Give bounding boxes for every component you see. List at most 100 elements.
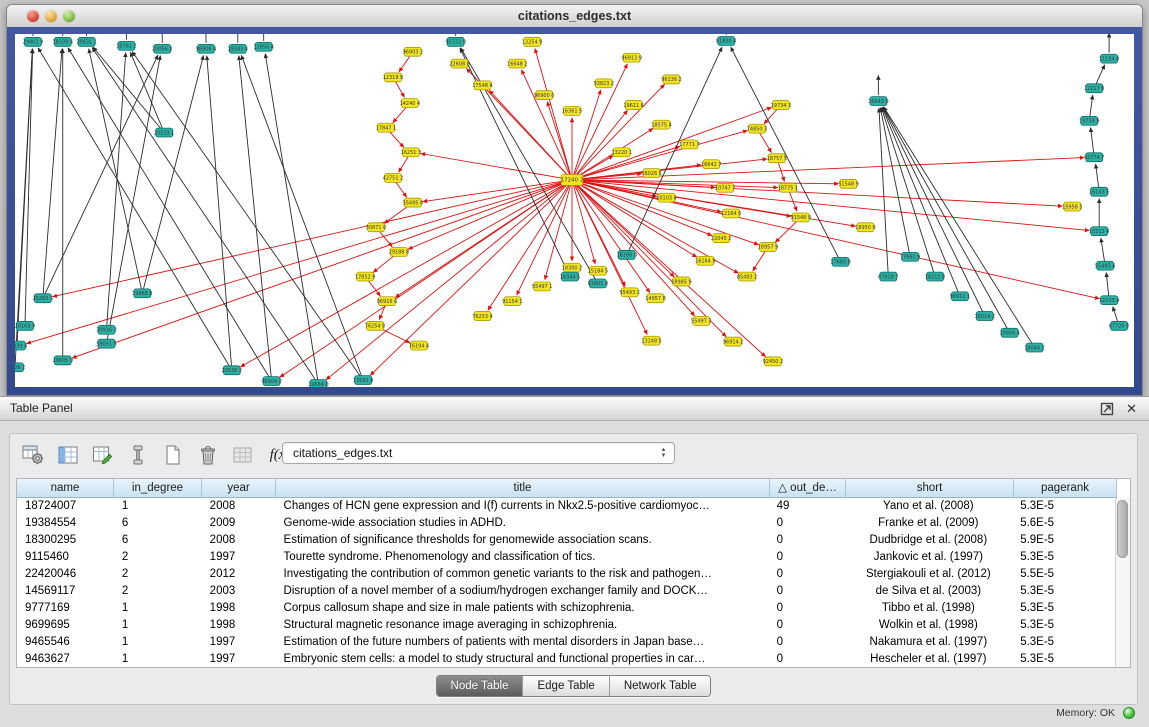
graph-node[interactable]: 10956 4 <box>999 328 1020 337</box>
graph-node[interactable]: 53823 2 <box>594 79 615 88</box>
graph-node[interactable]: 96913 9 <box>621 53 642 62</box>
graph-node[interactable]: 76254 0 <box>365 321 386 330</box>
column-header[interactable]: year <box>202 479 276 498</box>
graph-node[interactable]: 17852 9 <box>355 272 376 281</box>
graph-node[interactable]: 16361 5 <box>562 106 583 115</box>
graph-node[interactable]: 15184 5 <box>588 266 609 275</box>
graph-node[interactable]: 12850 4 <box>253 42 274 51</box>
graph-node[interactable]: 55493 2 <box>619 288 640 297</box>
graph-node[interactable]: 96906 2 <box>15 363 25 372</box>
graph-node[interactable]: 12217 9 <box>1084 84 1105 93</box>
scrollbar-thumb[interactable] <box>1117 500 1128 558</box>
graph-node[interactable]: 61801 8 <box>588 279 609 288</box>
graph-node[interactable]: 18985 9 <box>671 277 692 286</box>
graph-node[interactable]: 17691 9 <box>900 252 921 261</box>
graph-node[interactable]: 92450 2 <box>763 357 784 366</box>
graph-node[interactable]: 19611 6 <box>623 101 644 110</box>
table-row[interactable]: 1938455462009Genome-wide association stu… <box>17 515 1115 532</box>
graph-node[interactable]: 17847 1 <box>376 123 397 132</box>
new-table-button[interactable] <box>160 442 186 468</box>
graph-node[interactable]: 96906 4 <box>196 44 217 53</box>
column-header[interactable]: title <box>276 479 770 498</box>
graph-node[interactable]: 55493 4 <box>1095 261 1116 270</box>
graph-node[interactable]: 18757 5 <box>767 154 788 163</box>
graph-node[interactable]: 29188 8 <box>389 247 410 256</box>
column-header[interactable]: △ out_de… <box>770 479 846 498</box>
table-select-dropdown[interactable]: citations_edges.txt ▲▼ <box>282 442 675 464</box>
graph-node[interactable]: 15958 3 <box>1062 202 1083 211</box>
graph-node[interactable]: 55497 3 <box>691 316 712 325</box>
table-row[interactable]: 911546021997Tourette syndrome. Phenomeno… <box>17 549 1115 566</box>
graph-node[interactable]: 85493 2 <box>737 272 758 281</box>
network-canvas[interactable]: 17240 222608 817548 416648 296900 016361… <box>15 34 1134 387</box>
table-row[interactable]: 1456911722003Disruption of a novel membe… <box>17 583 1115 600</box>
graph-node[interactable]: 18575 4 <box>651 120 672 129</box>
table-row[interactable]: 1830029562008Estimation of significance … <box>17 532 1115 549</box>
graph-node[interactable]: 96904 2 <box>261 377 282 386</box>
graph-node[interactable]: 20163 9 <box>15 321 35 330</box>
graph-node[interactable]: 18044 2 <box>1024 343 1045 352</box>
graph-node[interactable]: 92774 7 <box>1084 153 1105 162</box>
graph-node[interactable]: 16164 9 <box>695 256 716 265</box>
graph-node[interactable]: 95723 9 <box>445 37 466 46</box>
graph-node[interactable]: 81830 4 <box>716 36 737 45</box>
graph-node[interactable]: 12319 8 <box>383 73 404 82</box>
graph-node[interactable]: 20538 2 <box>222 366 243 375</box>
graph-node[interactable]: 74850 3 <box>747 124 768 133</box>
graph-node[interactable]: 10213 4 <box>1089 227 1110 236</box>
table-row[interactable]: 977716911998Corpus callosum shape and si… <box>17 600 1115 617</box>
graph-node[interactable]: 18775 1 <box>778 183 799 192</box>
graph-node[interactable]: 18761 2 <box>116 41 137 50</box>
import-table-button[interactable] <box>230 442 256 468</box>
table-row[interactable]: 946362711997Embryonic stem cells: a mode… <box>17 651 1115 667</box>
tab-network-table[interactable]: Network Table <box>609 676 711 696</box>
select-columns-button[interactable] <box>55 442 81 468</box>
graph-node[interactable]: 55495 8 <box>403 198 424 207</box>
graph-node[interactable]: 96911 1 <box>950 292 971 301</box>
graph-node[interactable]: 96136 2 <box>661 75 682 84</box>
column-header[interactable]: pagerank <box>1014 479 1117 498</box>
window-titlebar[interactable]: citations_edges.txt <box>7 5 1142 28</box>
graph-node[interactable]: 13220 1 <box>611 148 632 157</box>
graph-node[interactable]: 18014 2 <box>975 312 996 321</box>
graph-node[interactable]: 18300 2 <box>562 263 583 272</box>
graph-node[interactable]: 16143 5 <box>1089 187 1110 196</box>
graph-node[interactable]: 67720 0 <box>1109 321 1130 330</box>
graph-node[interactable]: 20533 1 <box>154 128 175 137</box>
graph-node[interactable]: 16648 2 <box>507 59 528 68</box>
graph-node[interactable]: 76194 4 <box>409 341 430 350</box>
vertical-scrollbar[interactable] <box>1115 498 1130 667</box>
graph-node[interactable]: 30916 3 <box>96 325 117 334</box>
graph-node[interactable]: 12164 0 <box>721 209 742 218</box>
graph-node[interactable]: 19664 0 <box>308 380 329 387</box>
graph-node[interactable]: 29902 9 <box>23 37 44 46</box>
table-row[interactable]: 969969511998Structural magnetic resonanc… <box>17 617 1115 634</box>
graph-node[interactable]: 22045 2 <box>711 234 732 243</box>
graph-node[interactable]: 91548 9 <box>791 213 812 222</box>
tab-edge-table[interactable]: Edge Table <box>522 676 608 696</box>
graph-node[interactable]: 29905 9 <box>52 356 73 365</box>
table-row[interactable]: 946554611997Estimation of the future num… <box>17 634 1115 651</box>
graph-node[interactable]: 18339 4 <box>52 37 73 46</box>
merge-rows-button[interactable] <box>125 442 151 468</box>
graph-node[interactable]: 67919 7 <box>878 272 899 281</box>
graph-node[interactable]: 18344 5 <box>560 272 581 281</box>
graph-node[interactable]: 19734 3 <box>771 101 792 110</box>
graph-node[interactable]: 59051 5 <box>96 339 117 348</box>
graph-node[interactable]: 14240 4 <box>400 99 421 108</box>
graph-node[interactable]: 55497 1 <box>532 282 553 291</box>
column-header[interactable]: in_degree <box>114 479 202 498</box>
graph-node[interactable]: 25260 5 <box>33 294 54 303</box>
graph-node[interactable]: 11154 9 <box>1099 54 1120 63</box>
graph-node[interactable]: 12103 4 <box>1099 296 1120 305</box>
graph-node[interactable]: 12254 9 <box>522 37 543 46</box>
graph-node[interactable]: 76253 4 <box>472 312 493 321</box>
column-header[interactable]: name <box>17 479 114 498</box>
graph-node[interactable]: 42751 2 <box>383 174 404 183</box>
graph-node[interactable]: 30871 0 <box>366 223 387 232</box>
graph-node[interactable]: 13248 5 <box>641 336 662 345</box>
graph-node[interactable]: 19734 9 <box>1079 116 1100 125</box>
graph-node[interactable]: 96916 6 <box>377 297 398 306</box>
graph-node[interactable]: 17240 2 <box>561 175 584 186</box>
table-options-button[interactable] <box>20 442 46 468</box>
